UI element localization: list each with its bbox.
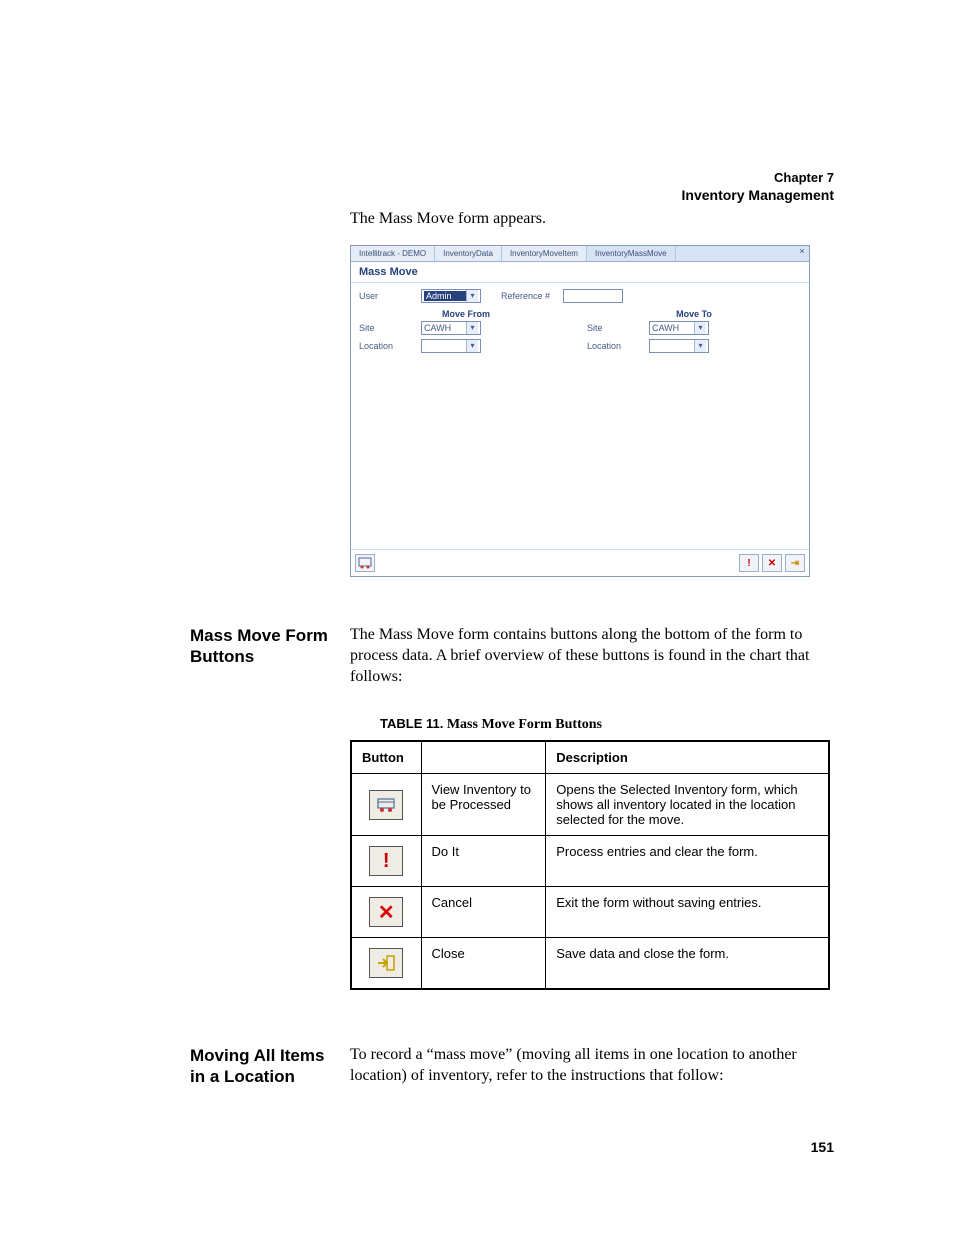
section2-heading: Moving All Items in a Location xyxy=(190,1045,330,1088)
close-icon: ⇥ xyxy=(791,558,799,569)
user-value: Admin xyxy=(424,291,466,301)
row2-desc: Exit the form without saving entries. xyxy=(546,887,829,938)
cancel-icon: ✕ xyxy=(768,558,776,569)
row2-name: Cancel xyxy=(421,887,546,938)
tab-intellitrack[interactable]: Intellitrack - DEMO xyxy=(351,246,435,261)
table-caption-label: TABLE 11. xyxy=(380,716,443,731)
do-it-button[interactable]: ! xyxy=(739,554,759,572)
table-caption-text: Mass Move Form Buttons xyxy=(447,717,602,732)
site-from-label: Site xyxy=(359,323,421,333)
table-row: ! Do It Process entries and clear the fo… xyxy=(351,836,829,887)
page-number: 151 xyxy=(811,1139,834,1155)
section1-heading: Mass Move Form Buttons xyxy=(190,625,330,668)
location-to-select[interactable]: ▾ xyxy=(649,339,709,353)
form-body: User Admin ▾ Reference # Move From Site xyxy=(351,283,809,549)
do-it-icon: ! xyxy=(369,846,403,876)
chapter-label: Chapter 7 xyxy=(682,170,834,185)
close-icon xyxy=(369,948,403,978)
chevron-down-icon: ▾ xyxy=(466,322,478,334)
col-button: Button xyxy=(351,741,421,774)
site-to-label: Site xyxy=(587,323,649,333)
tab-inventorymoveitem[interactable]: InventoryMoveItem xyxy=(502,246,587,261)
site-from-value: CAWH xyxy=(424,323,466,333)
chapter-title: Inventory Management xyxy=(682,187,834,203)
table-row: ✕ Cancel Exit the form without saving en… xyxy=(351,887,829,938)
table-row: Close Save data and close the form. xyxy=(351,938,829,990)
app-tabs: Intellitrack - DEMO InventoryData Invent… xyxy=(351,246,809,262)
form-buttons-table: Button Description View Inventory to be … xyxy=(350,740,830,990)
cancel-button[interactable]: ✕ xyxy=(762,554,782,572)
chevron-down-icon: ▾ xyxy=(466,290,478,302)
user-select[interactable]: Admin ▾ xyxy=(421,289,481,303)
close-button[interactable]: ⇥ xyxy=(785,554,805,572)
chevron-down-icon: ▾ xyxy=(694,340,706,352)
site-to-select[interactable]: CAWH ▾ xyxy=(649,321,709,335)
col-description: Description xyxy=(546,741,829,774)
table-caption: TABLE 11. Mass Move Form Buttons xyxy=(380,716,602,733)
site-to-value: CAWH xyxy=(652,323,694,333)
view-inventory-icon xyxy=(358,557,372,569)
cancel-icon: ✕ xyxy=(369,897,403,927)
app-window: Intellitrack - DEMO InventoryData Invent… xyxy=(350,245,810,577)
move-to-label: Move To xyxy=(587,309,801,319)
row0-name: View Inventory to be Processed xyxy=(421,774,546,836)
section2-body: To record a “mass move” (moving all item… xyxy=(350,1045,830,1087)
row1-name: Do It xyxy=(421,836,546,887)
tab-inventorydata[interactable]: InventoryData xyxy=(435,246,502,261)
location-from-label: Location xyxy=(359,341,421,351)
form-footer: ! ✕ ⇥ xyxy=(351,549,809,576)
col-name xyxy=(421,741,546,774)
move-from-label: Move From xyxy=(359,309,573,319)
form-empty-area xyxy=(359,357,801,547)
row0-desc: Opens the Selected Inventory form, which… xyxy=(546,774,829,836)
do-it-icon: ! xyxy=(747,558,750,569)
reference-input[interactable] xyxy=(563,289,623,303)
location-from-select[interactable]: ▾ xyxy=(421,339,481,353)
site-from-select[interactable]: CAWH ▾ xyxy=(421,321,481,335)
location-to-label: Location xyxy=(587,341,649,351)
intro-text: The Mass Move form appears. xyxy=(350,210,546,228)
row3-name: Close xyxy=(421,938,546,990)
window-close-icon[interactable]: × xyxy=(795,246,809,261)
page-header: Chapter 7 Inventory Management xyxy=(682,170,834,203)
view-inventory-button[interactable] xyxy=(355,554,375,572)
user-label: User xyxy=(359,291,421,301)
section1-body: The Mass Move form contains buttons alon… xyxy=(350,625,830,687)
page: Chapter 7 Inventory Management The Mass … xyxy=(0,0,954,1235)
tab-inventorymassmove[interactable]: InventoryMassMove xyxy=(587,246,676,261)
chevron-down-icon: ▾ xyxy=(694,322,706,334)
table-row: View Inventory to be Processed Opens the… xyxy=(351,774,829,836)
view-inventory-icon xyxy=(369,790,403,820)
mass-move-screenshot: Intellitrack - DEMO InventoryData Invent… xyxy=(350,245,810,577)
row1-desc: Process entries and clear the form. xyxy=(546,836,829,887)
row3-desc: Save data and close the form. xyxy=(546,938,829,990)
reference-label: Reference # xyxy=(501,291,563,301)
chevron-down-icon: ▾ xyxy=(466,340,478,352)
form-title: Mass Move xyxy=(351,262,809,283)
